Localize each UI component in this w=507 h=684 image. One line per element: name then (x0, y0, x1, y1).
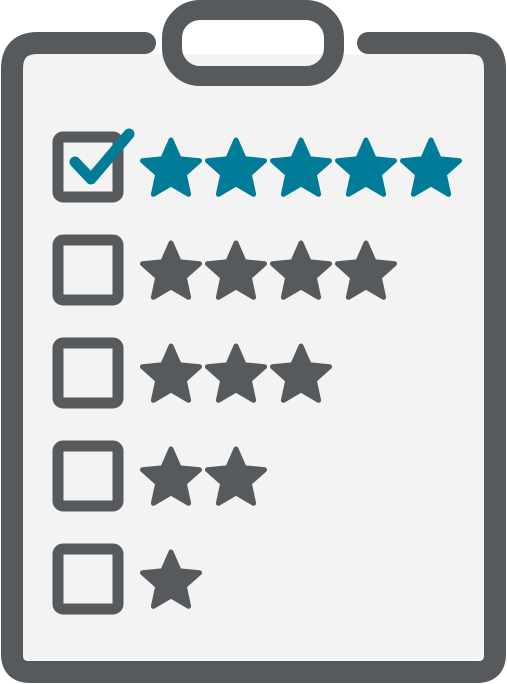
clipboard-rating-icon (1, 0, 506, 683)
clipboard-clip (162, 0, 344, 86)
clipboard-paper (23, 54, 484, 661)
